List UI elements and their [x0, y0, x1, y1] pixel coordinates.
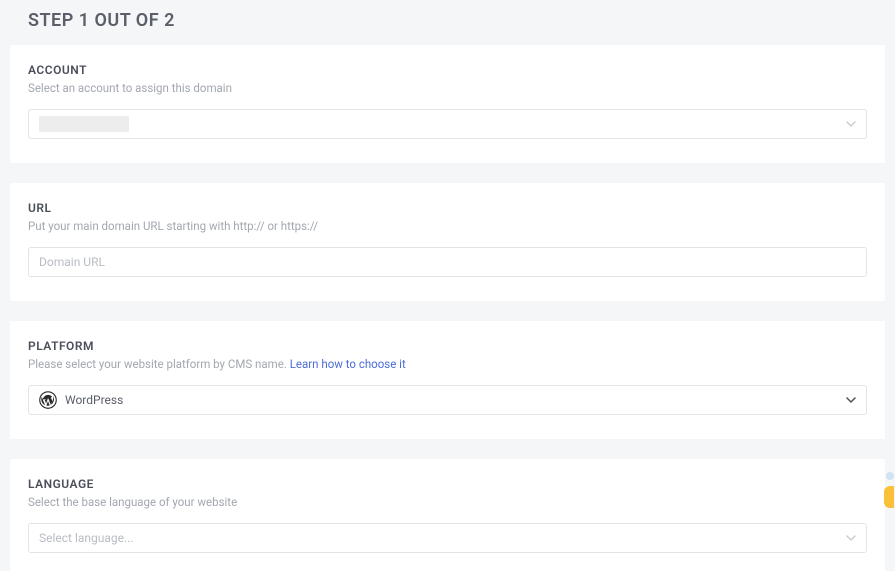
platform-selected-value: WordPress [65, 393, 123, 407]
url-label: URL [28, 201, 867, 215]
platform-panel: PLATFORM Please select your website plat… [10, 321, 885, 439]
language-select[interactable]: Select language... [28, 523, 867, 553]
language-label: LANGUAGE [28, 477, 867, 491]
url-input[interactable] [28, 247, 867, 277]
account-helper: Select an account to assign this domain [28, 81, 867, 95]
language-panel: LANGUAGE Select the base language of you… [10, 459, 885, 571]
platform-select[interactable]: WordPress [28, 385, 867, 415]
page-title: STEP 1 OUT OF 2 [0, 0, 895, 45]
widget-dot-icon [886, 472, 894, 480]
help-widget[interactable] [884, 472, 894, 508]
url-helper: Put your main domain URL starting with h… [28, 219, 867, 233]
account-select[interactable] [28, 109, 867, 139]
learn-link[interactable]: Learn how to choose it [290, 357, 406, 371]
widget-bubble-icon [884, 486, 894, 508]
chevron-down-icon [846, 395, 856, 405]
platform-label: PLATFORM [28, 339, 867, 353]
platform-helper: Please select your website platform by C… [28, 357, 867, 371]
url-panel: URL Put your main domain URL starting wi… [10, 183, 885, 301]
chevron-down-icon [846, 119, 856, 129]
account-label: ACCOUNT [28, 63, 867, 77]
wordpress-icon [39, 391, 57, 409]
language-helper: Select the base language of your website [28, 495, 867, 509]
chevron-down-icon [846, 533, 856, 543]
account-selected-value [39, 116, 129, 132]
platform-helper-text: Please select your website platform by C… [28, 357, 290, 371]
account-panel: ACCOUNT Select an account to assign this… [10, 45, 885, 163]
language-placeholder: Select language... [39, 531, 134, 545]
